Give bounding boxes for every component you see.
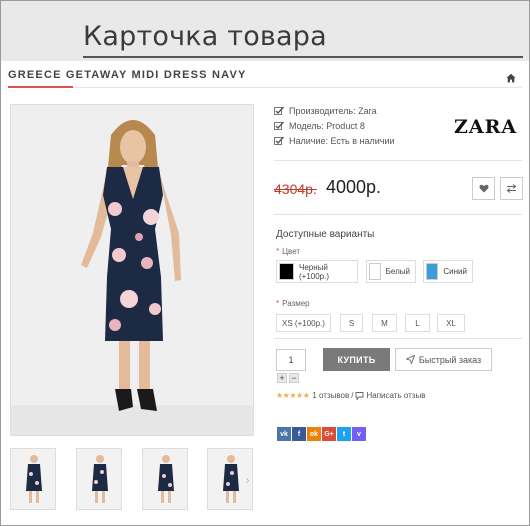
- comment-icon: [356, 391, 364, 400]
- title-divider: [8, 87, 522, 88]
- product-info-list: Производитель: Zara Модель: Product 8 На…: [274, 103, 395, 148]
- color-option-white[interactable]: Белый: [366, 260, 416, 283]
- model-text: Модель: Product 8: [289, 120, 365, 131]
- thumbnail-2[interactable]: [76, 448, 122, 510]
- send-icon: [405, 355, 415, 364]
- info-model: Модель: Product 8: [274, 118, 395, 133]
- title-accent-underline: [8, 86, 73, 88]
- thumbnail-carousel: ‹ ›: [10, 448, 254, 514]
- size-option-xs[interactable]: XS (+100р.): [276, 314, 331, 332]
- page-banner: Карточка товара: [1, 1, 529, 61]
- product-title: GREECE GETAWAY MIDI DRESS NAVY: [8, 69, 247, 81]
- quantity-input[interactable]: 1: [276, 349, 306, 371]
- checkbox-icon: [274, 106, 284, 115]
- color-option-blue[interactable]: Синий: [423, 260, 473, 283]
- color-option-label: Синий: [443, 267, 467, 276]
- manufacturer-text: Производитель: Zara: [289, 105, 377, 116]
- thumbnail-1[interactable]: [10, 448, 56, 510]
- color-label: * Цвет: [276, 247, 301, 256]
- reviews-separator: /: [351, 391, 354, 400]
- social-share-buttons: vk f ok G+ t v: [277, 427, 366, 441]
- main-product-image[interactable]: [10, 104, 254, 436]
- quantity-increase-button[interactable]: +: [277, 373, 287, 383]
- checkbox-icon: [274, 136, 284, 145]
- divider: [274, 214, 522, 215]
- viber-share-icon[interactable]: v: [352, 427, 366, 441]
- googleplus-share-icon[interactable]: G+: [322, 427, 336, 441]
- facebook-share-icon[interactable]: f: [292, 427, 306, 441]
- twitter-share-icon[interactable]: t: [337, 427, 351, 441]
- required-marker: *: [276, 247, 280, 256]
- vk-share-icon[interactable]: vk: [277, 427, 291, 441]
- thumbnail-next-icon[interactable]: ›: [246, 475, 249, 486]
- size-option-s[interactable]: S: [340, 314, 363, 332]
- old-price: 4304р.: [274, 181, 317, 197]
- reviews-count-link[interactable]: 1 отзывов: [312, 391, 349, 400]
- odnoklassniki-share-icon[interactable]: ok: [307, 427, 321, 441]
- home-icon[interactable]: [506, 73, 516, 83]
- rating-stars: ★★★★★: [276, 391, 310, 400]
- divider: [274, 338, 522, 339]
- buy-button[interactable]: КУПИТЬ: [323, 348, 390, 371]
- options-title: Доступные варианты: [276, 229, 375, 240]
- size-label: * Размер: [276, 299, 310, 308]
- dress-model-illustration: [11, 105, 253, 435]
- color-option-label: Черный (+100р.): [299, 262, 330, 281]
- heart-icon: [478, 184, 489, 193]
- thumbnail-3[interactable]: [142, 448, 188, 510]
- size-option-m[interactable]: M: [372, 314, 397, 332]
- color-swatch: [426, 263, 439, 280]
- required-marker: *: [276, 299, 280, 308]
- wishlist-button[interactable]: [472, 177, 495, 200]
- info-availability: Наличие: Есть в наличии: [274, 133, 395, 148]
- quick-order-label: Быстрый заказ: [418, 354, 482, 365]
- color-option-black[interactable]: Черный (+100р.): [276, 260, 358, 283]
- color-option-label: Белый: [385, 267, 410, 276]
- compare-icon: [506, 184, 517, 193]
- size-option-l[interactable]: L: [405, 314, 430, 332]
- color-swatch: [279, 263, 294, 280]
- color-swatch: [369, 263, 381, 280]
- compare-button[interactable]: [500, 177, 523, 200]
- checkbox-icon: [274, 121, 284, 130]
- banner-underline: [83, 56, 523, 58]
- reviews-row: ★★★★★ 1 отзывов / Написать отзыв: [276, 391, 425, 400]
- banner-title: Карточка товара: [83, 21, 327, 52]
- size-option-xl[interactable]: XL: [437, 314, 465, 332]
- divider: [274, 160, 522, 161]
- current-price: 4000р.: [326, 177, 382, 197]
- write-review-link[interactable]: Написать отзыв: [366, 391, 425, 400]
- quick-order-button[interactable]: Быстрый заказ: [395, 348, 492, 371]
- info-manufacturer: Производитель: Zara: [274, 103, 395, 118]
- quantity-decrease-button[interactable]: −: [289, 373, 299, 383]
- brand-logo[interactable]: ZARA: [454, 116, 517, 138]
- availability-text: Наличие: Есть в наличии: [289, 135, 395, 146]
